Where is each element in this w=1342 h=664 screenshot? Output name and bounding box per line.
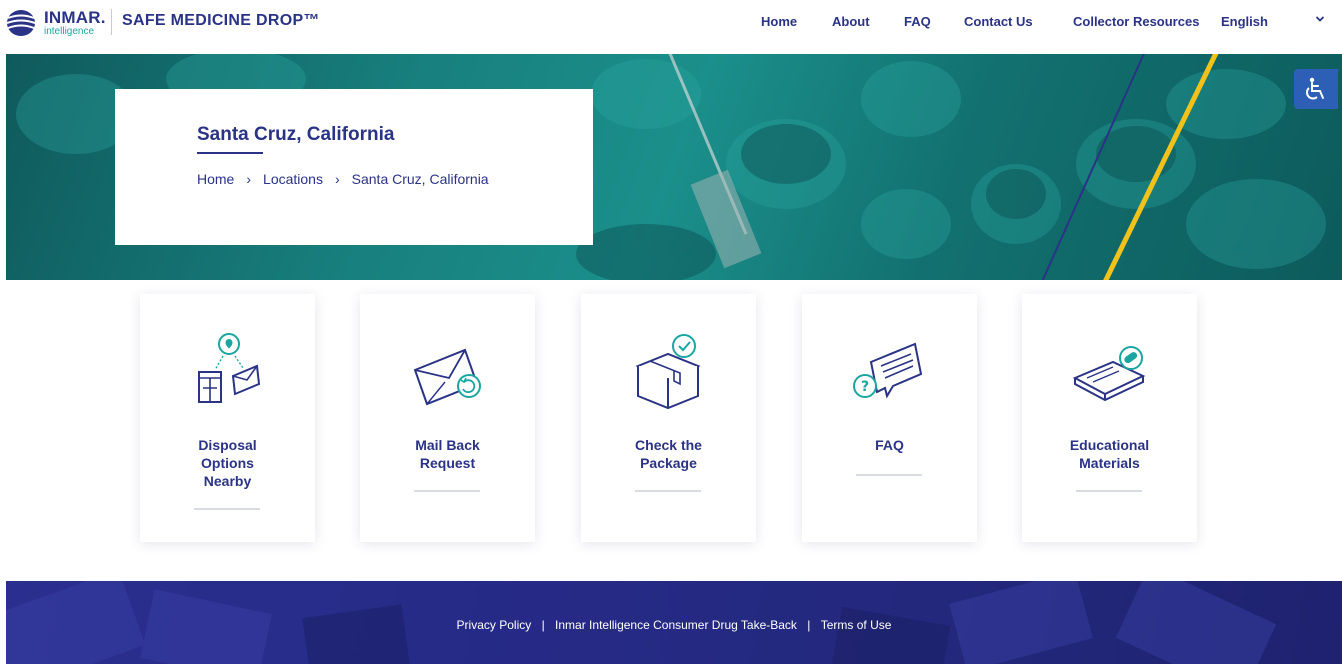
- card-label: FAQ: [875, 437, 904, 453]
- card-faq[interactable]: ? FAQ: [802, 294, 977, 542]
- footer-separator: |: [541, 618, 545, 632]
- breadcrumb-current: Santa Cruz, California: [351, 171, 489, 187]
- package-check-icon: [635, 334, 701, 410]
- nav-about[interactable]: About: [832, 14, 870, 29]
- question-chat-icon: ?: [853, 342, 923, 399]
- site-header: INMAR. intelligence SAFE MEDICINE DROP™ …: [0, 0, 1342, 54]
- footer-links: Privacy Policy | Inmar Intelligence Cons…: [6, 618, 1342, 632]
- nav-home[interactable]: Home: [761, 14, 797, 29]
- footer-link-privacy-policy[interactable]: Privacy Policy: [457, 618, 532, 632]
- card-check-package[interactable]: Check the Package: [581, 294, 756, 542]
- chevron-down-icon[interactable]: [1314, 13, 1326, 25]
- footer-link-terms-of-use[interactable]: Terms of Use: [821, 618, 892, 632]
- breadcrumb-locations[interactable]: Locations: [263, 171, 323, 187]
- page-title: Santa Cruz, California: [197, 124, 395, 145]
- nav-contact-us[interactable]: Contact Us: [964, 14, 1033, 29]
- card-label: Disposal Options Nearby: [198, 437, 257, 489]
- card-divider: [856, 474, 922, 476]
- language-select[interactable]: English: [1221, 14, 1268, 29]
- book-pill-icon: [1072, 346, 1146, 402]
- nav-faq[interactable]: FAQ: [904, 14, 931, 29]
- card-label: Mail Back Request: [415, 437, 480, 471]
- card-mail-back-request[interactable]: Mail Back Request: [360, 294, 535, 542]
- logo-subtitle: intelligence: [44, 26, 95, 37]
- card-label: Educational Materials: [1069, 437, 1150, 471]
- svg-text:?: ?: [861, 379, 869, 395]
- wheelchair-icon: [1306, 77, 1324, 100]
- site-footer: Privacy Policy | Inmar Intelligence Cons…: [6, 581, 1342, 664]
- title-underline: [197, 152, 263, 154]
- card-divider: [194, 508, 260, 510]
- breadcrumb-home[interactable]: Home: [197, 171, 234, 187]
- card-divider: [635, 490, 701, 492]
- accessibility-button[interactable]: [1294, 69, 1338, 109]
- brand-name[interactable]: SAFE MEDICINE DROP™: [122, 12, 320, 30]
- breadcrumb: Home › Locations › Santa Cruz, Californi…: [197, 171, 489, 187]
- inmar-logo[interactable]: INMAR. intelligence: [4, 8, 106, 38]
- footer-link-drug-take-back[interactable]: Inmar Intelligence Consumer Drug Take-Ba…: [555, 618, 797, 632]
- card-disposal-options[interactable]: Disposal Options Nearby: [140, 294, 315, 542]
- card-label: Check the Package: [635, 437, 702, 471]
- breadcrumb-separator: ›: [334, 171, 340, 187]
- logo-word: INMAR.: [44, 8, 106, 27]
- logo-divider: [111, 9, 112, 35]
- card-educational-materials[interactable]: Educational Materials: [1022, 294, 1197, 542]
- envelope-return-icon: [413, 348, 481, 406]
- globe-logo-icon: [6, 10, 36, 36]
- card-divider: [414, 490, 480, 492]
- card-divider: [1076, 490, 1142, 492]
- footer-separator: |: [807, 618, 811, 632]
- breadcrumb-separator: ›: [246, 171, 252, 187]
- location-title-card: [115, 89, 593, 245]
- nav-collector-resources[interactable]: Collector Resources: [1073, 14, 1199, 29]
- location-mailbox-icon: [198, 333, 261, 403]
